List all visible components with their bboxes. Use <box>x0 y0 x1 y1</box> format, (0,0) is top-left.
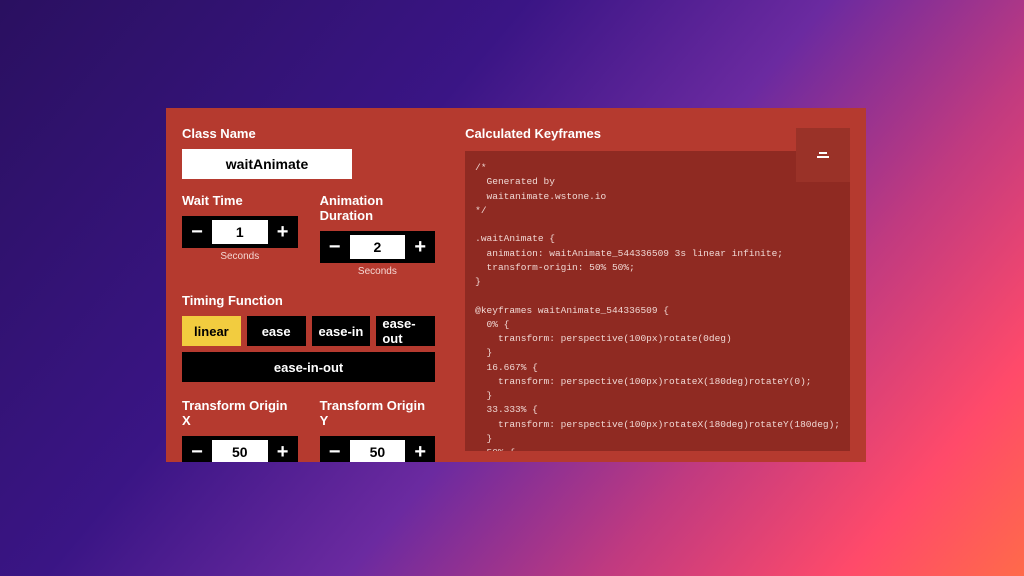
originy-label: Transform Origin Y <box>320 398 436 428</box>
duration-value[interactable]: 2 <box>350 235 406 259</box>
wait-decrement-button[interactable]: − <box>182 216 212 248</box>
classname-input[interactable] <box>182 149 352 179</box>
output-code[interactable]: /* Generated by waitanimate.wstone.io */… <box>465 151 850 451</box>
copy-button[interactable] <box>796 128 850 182</box>
app-panel: Class Name Wait Time − 1 + Seconds Anima… <box>166 108 866 462</box>
originx-increment-button[interactable]: + <box>268 436 298 462</box>
timing-ease-button[interactable]: ease <box>247 316 306 346</box>
wait-increment-button[interactable]: + <box>268 216 298 248</box>
classname-label: Class Name <box>182 126 435 141</box>
originx-decrement-button[interactable]: − <box>182 436 212 462</box>
originx-value[interactable]: 50 <box>212 440 268 462</box>
originy-value[interactable]: 50 <box>350 440 406 462</box>
wait-stepper: − 1 + <box>182 216 298 248</box>
timing-easein-button[interactable]: ease-in <box>312 316 371 346</box>
controls-column: Class Name Wait Time − 1 + Seconds Anima… <box>166 108 451 462</box>
timing-easeout-button[interactable]: ease-out <box>376 316 435 346</box>
timing-label: Timing Function <box>182 293 435 308</box>
wait-label: Wait Time <box>182 193 298 208</box>
originy-decrement-button[interactable]: − <box>320 436 350 462</box>
wait-unit: Seconds <box>182 251 298 262</box>
timing-linear-button[interactable]: linear <box>182 316 241 346</box>
duration-decrement-button[interactable]: − <box>320 231 350 263</box>
originx-label: Transform Origin X <box>182 398 298 428</box>
originy-increment-button[interactable]: + <box>405 436 435 462</box>
output-column: Calculated Keyframes /* Generated by wai… <box>451 108 866 462</box>
output-label: Calculated Keyframes <box>465 126 850 141</box>
duration-label: Animation Duration <box>320 193 436 223</box>
timing-easeinout-button[interactable]: ease-in-out <box>182 352 435 382</box>
duration-unit: Seconds <box>320 266 436 277</box>
wait-value[interactable]: 1 <box>212 220 268 244</box>
duration-stepper: − 2 + <box>320 231 436 263</box>
stack-icon <box>815 148 831 162</box>
originy-stepper: − 50 + <box>320 436 436 462</box>
originx-stepper: − 50 + <box>182 436 298 462</box>
duration-increment-button[interactable]: + <box>405 231 435 263</box>
